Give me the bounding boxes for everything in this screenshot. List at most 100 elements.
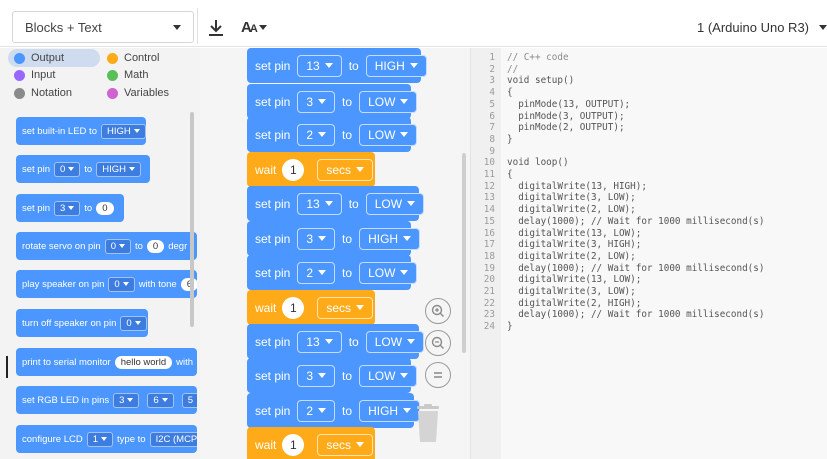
unit-dropdown[interactable]: secs [317,158,374,181]
pin-dropdown[interactable]: 13 [297,330,342,353]
chevron-down-icon [400,270,409,275]
pin-dropdown[interactable]: 2 [297,123,336,146]
workspace-block-set-pin[interactable]: set pin 13 to LOW [247,324,425,359]
unit-dropdown[interactable]: secs [317,433,374,456]
palette-block-print-serial[interactable]: print to serial monitor hello world with [16,348,197,376]
palette-block-play-speaker[interactable]: play speaker on pin 0 with tone 6 [16,270,197,298]
chevron-down-icon [324,339,333,344]
workspace-block-set-pin[interactable]: set pin 3 to LOW [247,84,418,119]
zoom-in-button[interactable] [425,298,451,324]
zoom-reset-button[interactable] [425,362,451,388]
block-dropdown[interactable]: 3 [113,392,140,408]
pin-dropdown[interactable]: 2 [297,399,336,422]
block-dropdown[interactable]: 6 [147,392,174,408]
category-label: Input [31,69,56,81]
state-dropdown[interactable]: HIGH [359,399,421,422]
block-dropdown[interactable]: 1 [86,431,114,447]
trash-button[interactable] [413,404,443,444]
code-line: 16 digitalWrite(13, LOW); [471,228,827,240]
block-dropdown[interactable]: I2C (MCP2 [149,431,197,447]
workspace-block-set-pin[interactable]: set pin 2 to LOW [247,255,418,290]
palette-block-set-pin-value[interactable]: set pin 3 to 0 [16,194,124,222]
block-number-input[interactable]: 6 [180,277,197,291]
chevron-down-icon [819,24,827,30]
block-number-input[interactable]: 0 [146,239,165,253]
state-dropdown[interactable]: LOW [359,364,418,387]
block-dropdown[interactable]: 0 [104,238,131,254]
code-line: 6 pinMode(3, OUTPUT); [471,111,827,123]
palette-block-set-builtin-led[interactable]: set built-in LED to HIGH [16,117,146,145]
wait-amount-input[interactable]: 1 [282,433,305,456]
category-notation[interactable]: Notation [14,84,72,102]
workspace-block-wait[interactable]: wait 1 secs [247,427,375,459]
workspace-scrollbar[interactable] [462,153,466,353]
dropdown-value: 0 [110,240,116,252]
math-color-dot [107,69,118,81]
font-size-button[interactable]: AA [241,15,267,39]
wait-amount-input[interactable]: 1 [282,158,305,181]
workspace-block-set-pin[interactable]: set pin 2 to HIGH [247,393,421,428]
pin-dropdown[interactable]: 13 [297,54,342,77]
workspace-block-wait[interactable]: wait 1 secs [247,290,375,325]
palette-block-configure-lcd[interactable]: configure LCD 1 type to I2C (MCP2 [16,425,197,453]
chevron-down-icon [128,167,135,171]
workspace-block-set-pin[interactable]: set pin 2 to LOW [247,117,418,152]
chevron-down-icon [324,201,333,206]
pin-dropdown[interactable]: 2 [297,261,336,284]
mode-select[interactable]: Blocks + Text [12,11,194,43]
palette-scrollbar[interactable] [190,112,194,327]
block-dropdown[interactable]: 0 [120,315,147,331]
pin-dropdown[interactable]: 3 [297,90,336,113]
pin-dropdown[interactable]: 3 [297,227,336,250]
workspace-block-set-pin[interactable]: set pin 3 to LOW [247,358,418,393]
unit-dropdown[interactable]: secs [317,296,374,319]
category-variables[interactable]: Variables [107,84,169,102]
pin-dropdown[interactable]: 13 [297,192,342,215]
pin-dropdown[interactable]: 3 [297,364,336,387]
block-dropdown[interactable]: 5 [181,392,197,408]
chevron-down-icon [318,99,327,104]
workspace-block-wait[interactable]: wait 1 secs [247,152,375,187]
palette-block-turn-off-speaker[interactable]: turn off speaker on pin 0 [16,309,148,337]
state-dropdown[interactable]: LOW [365,330,425,353]
zoom-out-button[interactable] [425,330,451,356]
palette-block-set-pin[interactable]: set pin 0 to HIGH [16,155,150,183]
block-text: to [342,231,353,246]
state-dropdown[interactable]: LOW [359,90,418,113]
state-dropdown[interactable]: LOW [359,261,418,284]
block-dropdown[interactable]: 0 [108,276,135,292]
wait-amount-input[interactable]: 1 [282,296,305,319]
workspace-block-set-pin[interactable]: set pin 3 to HIGH [247,221,421,256]
category-output[interactable]: Output [14,49,64,67]
chevron-down-icon [356,167,365,172]
code-editor[interactable]: 1// C++ code 2//3 void setup() 4{5 pinMode(… [470,48,827,459]
category-input[interactable]: Input [14,66,55,84]
block-text: wait [255,300,277,315]
category-math[interactable]: Math [107,66,148,84]
code-line: 20 digitalWrite(13, LOW); [471,274,827,286]
category-control[interactable]: Control [107,49,159,67]
block-text-input[interactable]: hello world [114,355,173,369]
chevron-down-icon [403,236,412,241]
line-number: 10 [483,157,495,169]
category-label: Output [31,52,65,64]
palette-block-rotate-servo[interactable]: rotate servo on pin 0 to 0 degr [16,232,197,260]
state-dropdown[interactable]: LOW [365,192,425,215]
code-text: // C++ code [507,52,569,63]
palette-block-set-rgb-led[interactable]: set RGB LED in pins 3 6 5 [16,386,197,414]
download-button[interactable] [205,17,227,39]
state-dropdown[interactable]: LOW [359,123,418,146]
block-dropdown[interactable]: HIGH [96,161,141,177]
state-dropdown[interactable]: HIGH [365,54,427,77]
block-number-input[interactable]: 0 [96,201,114,215]
block-text: to [342,127,353,142]
block-dropdown[interactable]: 0 [54,161,81,177]
device-select[interactable]: 1 (Arduino Uno R3) [697,12,827,42]
workspace-block-set-pin[interactable]: set pin 13 to HIGH [247,48,427,83]
state-dropdown[interactable]: HIGH [359,227,421,250]
block-dropdown[interactable]: 3 [54,200,81,216]
workspace-block-set-pin[interactable]: set pin 13 to LOW [247,186,425,221]
block-dropdown[interactable]: HIGH [100,123,146,139]
blocks-workspace[interactable]: set pin 13 to HIGH set pin 3 to LOW set … [200,48,470,459]
code-line: 12 digitalWrite(13, HIGH); [471,181,827,193]
